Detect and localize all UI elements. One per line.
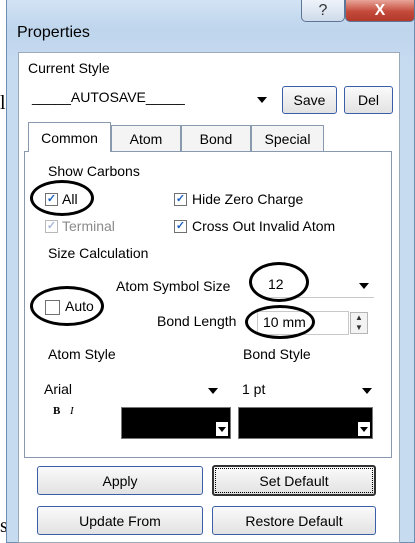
current-style-value: _____AUTOSAVE_____ (32, 89, 185, 105)
atom-style-heading: Atom Style (48, 346, 116, 362)
current-style-dropdown[interactable]: _____AUTOSAVE_____ (28, 85, 274, 113)
apply-button[interactable]: Apply (37, 466, 203, 495)
auto-label: Auto (65, 298, 94, 314)
atom-color-picker[interactable] (121, 407, 231, 439)
cross-out-invalid-atom-label: Cross Out Invalid Atom (192, 218, 336, 234)
background-text-top: l (0, 92, 6, 114)
help-button[interactable]: ? (301, 0, 345, 22)
tab-atom[interactable]: Atom (111, 125, 181, 151)
chevron-down-icon (257, 97, 267, 103)
show-carbons-heading: Show Carbons (48, 163, 140, 179)
auto-checkbox[interactable] (45, 300, 60, 315)
bond-length-stepper[interactable]: ▲ ▼ (350, 312, 368, 334)
bond-style-heading: Bond Style (243, 346, 311, 362)
terminal-label: Terminal (62, 218, 115, 234)
checkmark-icon: ✓ (175, 220, 186, 232)
hide-zero-charge-checkbox[interactable]: ✓ (174, 193, 187, 206)
chevron-down-icon (362, 388, 372, 394)
update-from-button[interactable]: Update From (37, 506, 203, 535)
chevron-down-icon (208, 388, 218, 394)
checkmark-icon: ✓ (46, 220, 57, 232)
stepper-down-icon[interactable]: ▼ (351, 323, 367, 333)
checkmark-icon: ✓ (175, 193, 186, 205)
bond-length-input[interactable]: 10 mm (257, 311, 349, 335)
checkmark-icon: ✓ (46, 193, 57, 205)
atom-symbol-size-dropdown[interactable]: 12 (262, 272, 374, 298)
atom-symbol-size-label: Atom Symbol Size (116, 278, 231, 294)
chevron-down-icon (359, 283, 369, 289)
atom-symbol-size-value: 12 (268, 276, 284, 292)
terminal-checkbox: ✓ (45, 220, 58, 233)
bond-length-label: Bond Length (157, 313, 237, 329)
stepper-up-icon[interactable]: ▲ (351, 313, 367, 323)
current-style-label: Current Style (28, 60, 110, 76)
restore-default-button[interactable]: Restore Default (212, 506, 376, 535)
bond-color-picker[interactable] (238, 407, 373, 439)
save-button[interactable]: Save (282, 86, 337, 114)
tab-common[interactable]: Common (28, 122, 111, 152)
tab-bond[interactable]: Bond (181, 125, 251, 151)
chevron-down-icon (216, 422, 228, 436)
close-icon: X (374, 1, 386, 19)
window-title: Properties (17, 24, 90, 41)
bond-width-dropdown[interactable]: 1 pt (238, 377, 378, 401)
all-label: All (62, 191, 78, 207)
bold-button[interactable]: B (53, 405, 60, 417)
hide-zero-charge-label: Hide Zero Charge (192, 191, 304, 207)
set-default-button[interactable]: Set Default (212, 465, 376, 496)
bond-length-value: 10 mm (263, 314, 306, 330)
tab-special[interactable]: Special (251, 125, 324, 151)
close-button[interactable]: X (345, 0, 415, 22)
size-calculation-heading: Size Calculation (48, 245, 149, 261)
help-icon: ? (318, 1, 328, 19)
bond-width-value: 1 pt (242, 381, 266, 397)
chevron-down-icon (358, 422, 370, 436)
all-checkbox[interactable]: ✓ (45, 193, 58, 206)
atom-font-dropdown[interactable]: Arial (44, 377, 224, 401)
delete-button[interactable]: Del (344, 86, 393, 114)
cross-out-invalid-atom-checkbox[interactable]: ✓ (174, 220, 187, 233)
atom-font-value: Arial (44, 381, 73, 397)
italic-button[interactable]: I (70, 405, 74, 417)
